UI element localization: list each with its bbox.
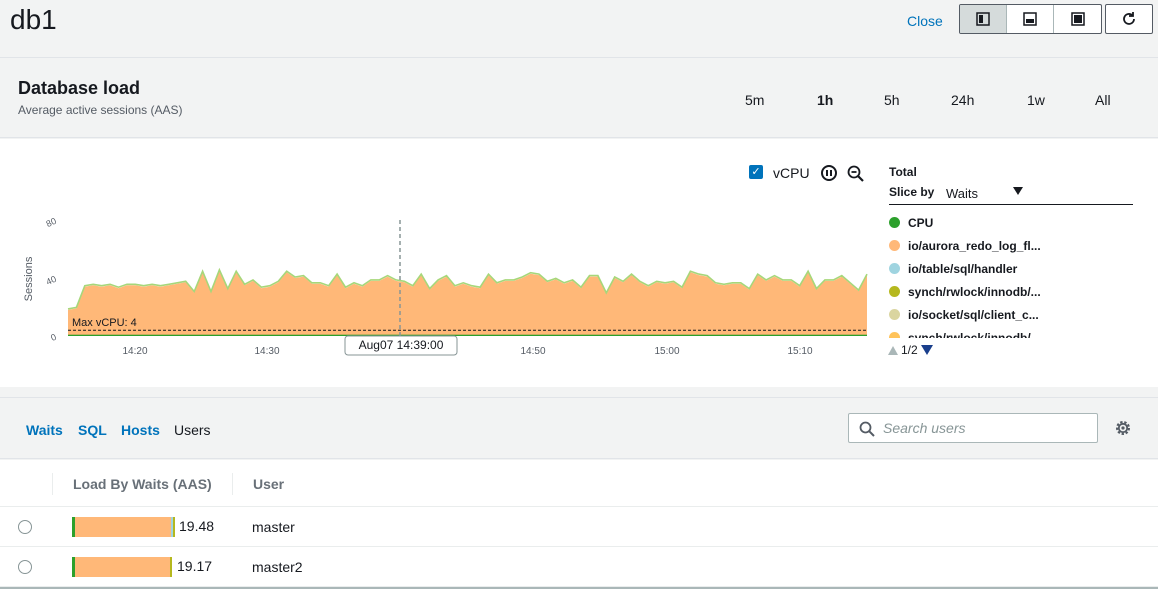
load-chart[interactable]: Sessions 0 40 80 Max vCPU: 4 14:20 14:30 14:50 1…	[0, 139, 880, 387]
bar-segment-rwlock	[170, 557, 172, 577]
x-tick-label: 14:50	[520, 346, 545, 357]
legend-label: io/socket/sql/client_c...	[908, 307, 1039, 322]
legend-label: synch/rwlock/innodb/...	[908, 284, 1041, 299]
pager-text: 1/2	[901, 343, 918, 357]
search-users-field[interactable]	[848, 413, 1098, 443]
row-radio[interactable]	[18, 520, 32, 534]
page-title: db1	[10, 4, 57, 35]
column-header-load[interactable]: Load By Waits (AAS)	[73, 476, 212, 492]
search-icon	[859, 421, 875, 437]
database-load-title: Database load	[18, 78, 141, 98]
load-value: 19.48	[179, 518, 215, 534]
table-row[interactable]: 19.17 master2	[0, 547, 1158, 587]
table-header: Load By Waits (AAS) User	[0, 460, 1158, 507]
legend-label: synch/rwlock/innodb/...	[908, 330, 1041, 339]
x-tick-label: 14:30	[254, 346, 279, 357]
table-row[interactable]: 19.48 master	[0, 507, 1158, 547]
range-5h[interactable]: 5h	[884, 92, 900, 108]
load-bar	[72, 517, 175, 537]
chevron-down-icon	[1013, 187, 1023, 195]
chart-panel: Sessions 0 40 80 Max vCPU: 4 14:20 14:30 14:50 1…	[0, 139, 1158, 387]
legend-swatch	[889, 309, 900, 320]
legend-item[interactable]: synch/rwlock/innodb/...	[889, 280, 1139, 303]
legend-item[interactable]: io/socket/sql/client_c...	[889, 303, 1139, 326]
series-area-redo-log[interactable]	[68, 270, 867, 336]
slice-by-select[interactable]: Slice by Waits	[889, 185, 1133, 205]
legend-swatch	[889, 217, 900, 228]
legend-item[interactable]: io/table/sql/handler	[889, 257, 1139, 280]
range-5m[interactable]: 5m	[745, 92, 764, 108]
user-cell: master2	[252, 559, 303, 575]
layout-full-icon	[1070, 12, 1085, 26]
layout-split-left-button[interactable]	[960, 5, 1007, 33]
database-load-subtitle: Average active sessions (AAS)	[18, 103, 183, 117]
column-header-user[interactable]: User	[253, 476, 284, 492]
load-value: 19.17	[177, 558, 213, 574]
close-link[interactable]: Close	[907, 13, 943, 29]
x-tick-label: 15:00	[654, 346, 679, 357]
layout-bottom-icon	[1023, 12, 1037, 26]
refresh-icon	[1123, 12, 1135, 25]
pause-icon[interactable]	[821, 165, 837, 181]
column-divider	[232, 473, 233, 495]
slice-by-label: Slice by	[889, 185, 935, 199]
slice-by-value: Waits	[946, 186, 979, 201]
vcpu-label: vCPU	[773, 165, 810, 181]
series-area-cpu[interactable]	[68, 334, 867, 336]
y-tick-label: 80	[45, 216, 58, 229]
y-axis-label: Sessions	[23, 256, 35, 301]
layout-split-bottom-button[interactable]	[1007, 5, 1054, 33]
legend-label: io/table/sql/handler	[908, 261, 1018, 276]
time-tooltip-text: Aug07 14:39:00	[359, 338, 444, 352]
search-input[interactable]	[883, 420, 1093, 436]
bar-segment-redo	[75, 557, 170, 577]
range-all[interactable]: All	[1095, 92, 1111, 108]
legend-swatch	[889, 286, 900, 297]
users-table: Load By Waits (AAS) User 19.48 master 19…	[0, 460, 1158, 595]
page-up-icon[interactable]	[888, 345, 898, 355]
y-tick-label: 40	[45, 274, 58, 287]
vcpu-checkbox[interactable]: ✓	[749, 165, 763, 179]
column-divider	[52, 473, 53, 495]
layout-left-icon	[976, 12, 990, 26]
tab-hosts[interactable]: Hosts	[121, 422, 160, 438]
legend-swatch	[889, 332, 900, 338]
legend-total-label: Total	[889, 165, 917, 179]
gear-icon[interactable]	[1114, 419, 1132, 437]
row-radio[interactable]	[18, 560, 32, 574]
bar-segment-rwlock	[173, 517, 175, 537]
dimension-tabs-panel: Waits SQL Hosts Users	[0, 397, 1158, 459]
legend-item[interactable]: CPU	[889, 211, 1139, 234]
bar-segment-redo	[75, 517, 171, 537]
legend-label: CPU	[908, 215, 934, 230]
bottom-divider	[0, 587, 1158, 589]
top-header: db1 Close	[0, 0, 1158, 58]
x-tick-label: 15:10	[787, 346, 812, 357]
database-load-header: Database load Average active sessions (A…	[0, 60, 1158, 138]
refresh-button[interactable]	[1105, 4, 1153, 34]
legend-item[interactable]: io/aurora_redo_log_fl...	[889, 234, 1139, 257]
layout-full-button[interactable]	[1054, 5, 1101, 33]
zoom-out-icon[interactable]	[847, 165, 865, 183]
legend-item[interactable]: synch/rwlock/innodb/...	[889, 326, 1139, 338]
tab-sql[interactable]: SQL	[78, 422, 107, 438]
page-down-icon[interactable]	[920, 345, 933, 355]
legend-swatch	[889, 240, 900, 251]
legend-list: CPU io/aurora_redo_log_fl... io/table/sql/…	[889, 211, 1139, 338]
tab-waits[interactable]: Waits	[26, 422, 63, 438]
range-1h[interactable]: 1h	[817, 92, 833, 108]
y-tick-label: 0	[49, 332, 58, 343]
legend-label: io/aurora_redo_log_fl...	[908, 238, 1041, 253]
range-1w[interactable]: 1w	[1027, 92, 1045, 108]
legend-pager: 1/2	[888, 343, 933, 357]
user-cell: master	[252, 519, 295, 535]
legend-swatch	[889, 263, 900, 274]
load-bar	[72, 557, 172, 577]
max-vcpu-label: Max vCPU: 4	[72, 317, 137, 329]
range-24h[interactable]: 24h	[951, 92, 974, 108]
tab-users[interactable]: Users	[174, 422, 211, 438]
layout-toggle-group	[959, 4, 1102, 34]
x-tick-label: 14:20	[122, 346, 147, 357]
